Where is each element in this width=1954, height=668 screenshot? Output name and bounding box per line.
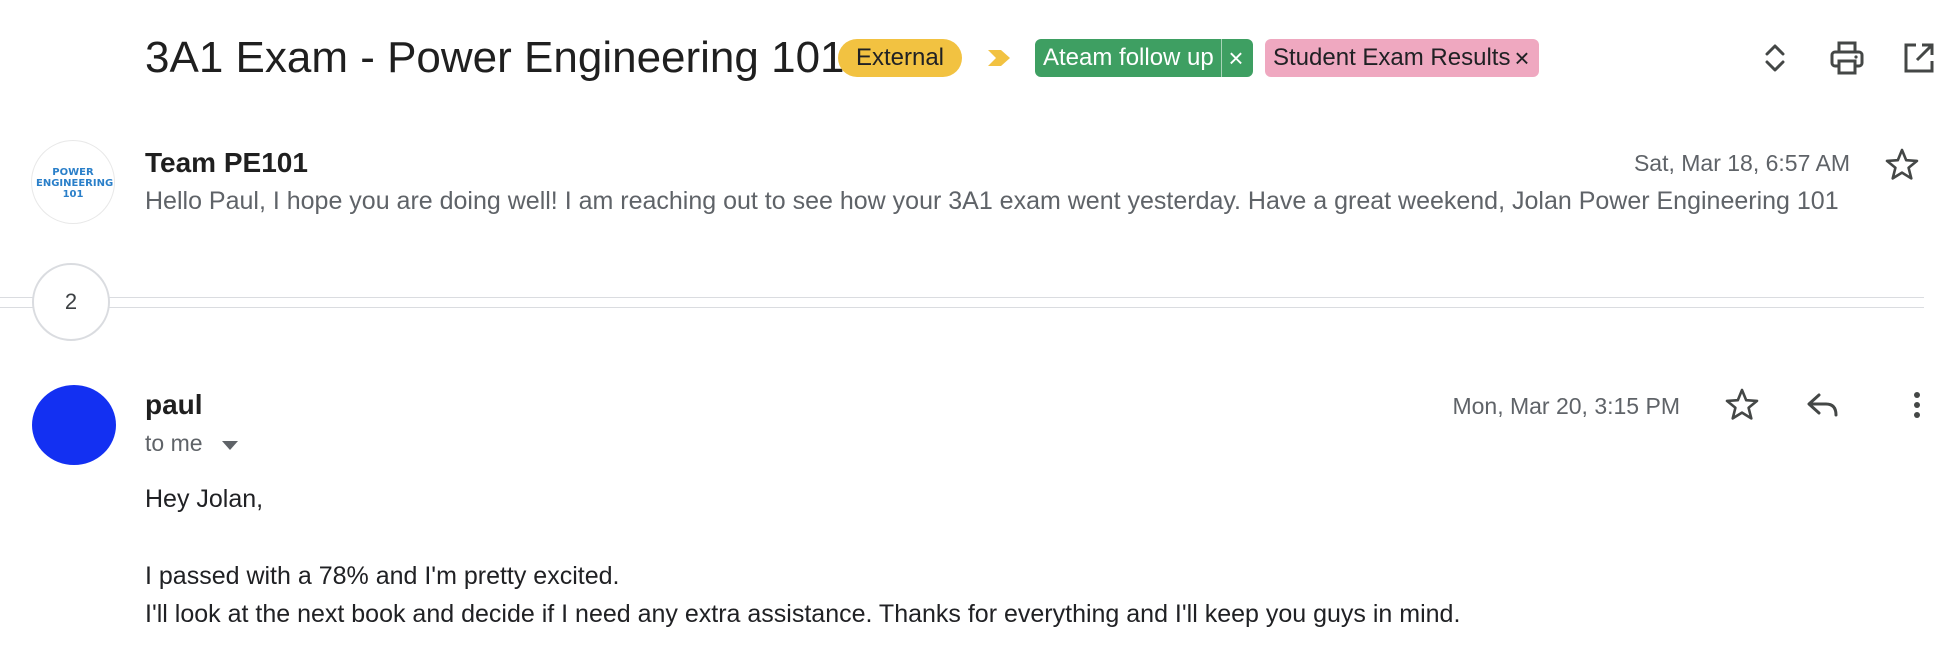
avatar-logo-line: ENGINEERING: [36, 178, 114, 189]
message-body-line: I passed with a 78% and I'm pretty excit…: [145, 562, 620, 590]
open-in-new-window-icon[interactable]: [1899, 38, 1939, 78]
chip-divider: [1221, 39, 1222, 77]
avatar-logo: POWER ENGINEERING 101: [36, 167, 114, 200]
sender-name: Team PE101: [145, 147, 308, 178]
message-date: Mon, Mar 20, 3:15 PM: [1452, 393, 1680, 419]
expand-collapse-icon[interactable]: [1755, 38, 1795, 78]
reply-icon[interactable]: [1804, 386, 1842, 424]
collapsed-divider: [0, 297, 1924, 298]
more-vert-icon[interactable]: [1898, 386, 1936, 424]
thread-subject: 3A1 Exam - Power Engineering 101: [145, 33, 845, 82]
star-icon[interactable]: [1883, 146, 1921, 184]
label-chip-ateam-follow-up[interactable]: Ateam follow up ×: [1035, 39, 1253, 77]
sender-name: paul: [145, 389, 203, 420]
label-chip-text: Ateam follow up: [1043, 44, 1214, 71]
label-chip-student-exam-results[interactable]: Student Exam Results ×: [1265, 39, 1539, 77]
label-arrow-icon: [988, 50, 1010, 66]
star-icon[interactable]: [1723, 386, 1761, 424]
dropdown-caret-icon[interactable]: [222, 441, 238, 450]
recipient-label: to me: [145, 430, 203, 456]
print-icon[interactable]: [1827, 38, 1867, 78]
remove-label-icon[interactable]: ×: [1511, 39, 1533, 77]
label-chip-text: Student Exam Results: [1273, 44, 1511, 71]
avatar-logo-line: 101: [62, 189, 84, 200]
message-body-line: I'll look at the next book and decide if…: [145, 600, 1461, 628]
avatar[interactable]: POWER ENGINEERING 101: [32, 141, 114, 223]
message-body-line: Hey Jolan,: [145, 485, 264, 513]
remove-label-icon[interactable]: ×: [1225, 39, 1247, 77]
collapsed-messages-count[interactable]: 2: [32, 263, 110, 341]
collapsed-divider: [0, 307, 1924, 308]
label-chip-external[interactable]: External: [838, 39, 962, 77]
message-date: Sat, Mar 18, 6:57 AM: [1633, 150, 1850, 176]
avatar-logo-line: POWER: [52, 167, 94, 178]
message-snippet[interactable]: Hello Paul, I hope you are doing well! I…: [145, 187, 1839, 216]
avatar[interactable]: [32, 385, 116, 465]
